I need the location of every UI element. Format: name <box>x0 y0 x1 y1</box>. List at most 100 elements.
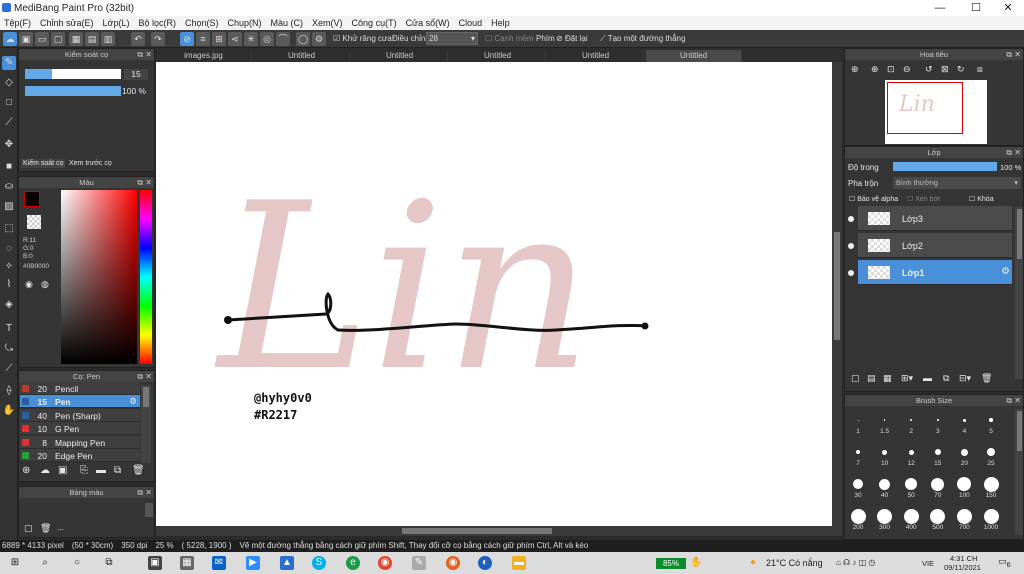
menu-edit[interactable]: Chỉnh sửa(E) <box>36 16 99 28</box>
brush-item-pen-sharp[interactable]: 40 Pen (Sharp) <box>20 408 140 422</box>
protect-alpha-checkbox[interactable]: ☐ Bảo vệ alpha <box>849 195 898 203</box>
chrome-profile-icon[interactable]: ◉ <box>446 556 460 570</box>
close-icon[interactable]: ⧉ ✕ <box>137 487 152 498</box>
rotate-left-icon[interactable]: ↺ <box>925 64 933 75</box>
foreground-color-swatch[interactable] <box>24 191 40 207</box>
saturation-value-picker[interactable] <box>61 190 137 364</box>
palette-more[interactable]: ... <box>57 523 64 532</box>
drawing-canvas[interactable]: Lin @hyhy0v0 #R2217 <box>156 62 832 526</box>
straight-line-button[interactable]: ⟋ Tạo một đường thẳng <box>600 34 685 44</box>
hand-tool-icon[interactable]: ✋ <box>2 404 16 418</box>
add-special-layer-icon[interactable]: ⊞▾ <box>901 373 913 384</box>
clock-date[interactable]: 09/11/2021 <box>944 563 981 572</box>
close-icon[interactable]: ⧉ ✕ <box>137 371 152 382</box>
new-palette-icon[interactable]: ▢ <box>24 523 33 534</box>
tab-untitled-5[interactable]: Untitled <box>646 50 742 62</box>
brush-size-5[interactable]: 5 <box>978 412 1004 435</box>
layer-item-1[interactable]: Lớp1 ⚙ <box>858 260 1012 285</box>
fill-shape-icon[interactable]: ■ <box>2 160 16 174</box>
save-icon[interactable]: ▣ <box>19 32 33 46</box>
navigator-preview[interactable]: Lin <box>885 80 987 144</box>
layer-item-2[interactable]: Lớp2 <box>858 233 1012 258</box>
taskbar-app-icon[interactable]: ▣ <box>148 556 162 570</box>
brush-size-400[interactable]: 400 <box>898 508 924 531</box>
gear-icon[interactable]: ⚙ <box>129 396 137 407</box>
menu-layer[interactable]: Lớp(L) <box>99 16 135 28</box>
brush-size-150[interactable]: 150 <box>978 476 1004 499</box>
menu-window[interactable]: Cửa sổ(W) <box>402 16 455 28</box>
menu-view[interactable]: Xem(V) <box>308 16 348 28</box>
menu-file[interactable]: Tệp(F) <box>0 16 36 28</box>
brush-size-scrollbar[interactable] <box>1015 409 1023 535</box>
new-8bit-layer-icon[interactable]: ▦ <box>883 373 892 384</box>
text-tool-icon[interactable]: T <box>2 322 16 336</box>
gradient-tool-icon[interactable]: ▨ <box>2 200 16 214</box>
panel-icon[interactable]: ▦ <box>69 32 83 46</box>
new-layer-icon[interactable]: ▢ <box>851 373 860 384</box>
brush-size-40[interactable]: 40 <box>872 476 898 499</box>
background-color-swatch[interactable] <box>27 215 41 229</box>
brush-size-1000[interactable]: 1000 <box>978 508 1004 531</box>
layer-folder-icon[interactable]: ▬ <box>923 373 932 383</box>
brush-size-1[interactable]: 1 <box>845 412 871 435</box>
palette-scrollbar[interactable] <box>145 503 153 517</box>
menu-help[interactable]: Help <box>487 16 515 28</box>
tab-untitled-2[interactable]: Untitled <box>352 50 448 62</box>
edge-icon[interactable]: e <box>346 556 360 570</box>
undo-icon[interactable]: ↶ <box>131 32 145 46</box>
layer-visibility-eye-icon[interactable] <box>848 270 854 276</box>
brush-item-pencil[interactable]: 20 Pencil <box>20 382 140 395</box>
reset-button[interactable]: ⊘ Đặt lại <box>556 34 588 43</box>
brush-size-7[interactable]: 7 <box>845 444 871 467</box>
brush-size-1-5[interactable]: 1.5 <box>872 412 898 435</box>
tab-brush-control[interactable]: Kiểm soát cọ <box>21 159 66 168</box>
layer-scrollbar[interactable] <box>1015 207 1023 379</box>
brush-size-4[interactable]: 4 <box>951 412 977 435</box>
input-language[interactable]: VIE <box>922 559 934 568</box>
hue-slider[interactable] <box>140 190 152 364</box>
fit-icon[interactable]: ⊡ <box>887 64 895 75</box>
menu-select[interactable]: Chọn(S) <box>181 16 224 28</box>
search-icon[interactable]: ⌕ <box>38 556 52 570</box>
layer-visibility-eye-icon[interactable] <box>848 243 854 249</box>
cloud-icon[interactable]: ☁ <box>3 32 17 46</box>
color-picker-icon[interactable]: ◉ <box>25 279 33 290</box>
divide-tool-icon[interactable]: ⟋ <box>2 362 16 376</box>
mail-icon[interactable]: ✉ <box>212 556 226 570</box>
brush-size-12[interactable]: 12 <box>898 444 924 467</box>
adjust-select[interactable]: 28 ▾ <box>426 32 478 45</box>
menu-tools[interactable]: Công cụ(T) <box>348 16 402 28</box>
brush-item-edge-pen[interactable]: 20 Edge Pen <box>20 449 140 462</box>
close-icon[interactable]: ⧉ ✕ <box>1006 395 1021 406</box>
brush-size-15[interactable]: 15 <box>925 444 951 467</box>
settings-gear-icon[interactable]: ⚙ <box>312 32 326 46</box>
circle-snap-icon[interactable]: ◎ <box>260 32 274 46</box>
select-pen-icon[interactable]: ⌇ <box>2 278 16 292</box>
brush-size-200[interactable]: 200 <box>845 508 871 531</box>
folder-icon[interactable]: ▬ <box>96 465 106 476</box>
calculator-icon[interactable]: ▦ <box>180 556 194 570</box>
ellipse-snap-icon[interactable]: ◯ <box>296 32 310 46</box>
select-eraser-icon[interactable]: ◈ <box>2 298 16 312</box>
brush-size-100[interactable]: 100 <box>951 476 977 499</box>
flip-icon[interactable]: ⊠ <box>941 64 949 75</box>
canvas-horizontal-scrollbar[interactable] <box>156 526 842 536</box>
tab-untitled-1[interactable]: Untitled <box>254 50 350 62</box>
cross-snap-icon[interactable]: ⊞ <box>212 32 226 46</box>
zoom-in-icon[interactable]: ⊕ <box>851 64 859 75</box>
brush-size-slider[interactable] <box>25 69 121 79</box>
tab-untitled-3[interactable]: Untitled <box>450 50 546 62</box>
battery-indicator[interactable]: 85% <box>656 558 686 569</box>
minimize-button[interactable]: — <box>930 1 950 15</box>
file-explorer-icon[interactable]: ▬ <box>512 556 526 570</box>
layer-visibility-eye-icon[interactable] <box>848 216 854 222</box>
delete-palette-icon[interactable]: 🗑 <box>40 523 51 534</box>
clock-time[interactable]: 4:31 CH <box>950 554 978 563</box>
task-view-icon[interactable]: ⧉ <box>102 556 116 570</box>
zoom-out-icon[interactable]: ⊖ <box>903 64 911 75</box>
snap-off-icon[interactable]: ⊘ <box>180 32 194 46</box>
tab-brush-preview[interactable]: Xem trước cọ <box>67 159 114 168</box>
smooth-checkbox[interactable]: ☐ Cạnh mềm <box>485 34 534 43</box>
blend-mode-select[interactable]: Bình thường ▾ <box>893 177 1021 189</box>
brush-size-50[interactable]: 50 <box>898 476 924 499</box>
